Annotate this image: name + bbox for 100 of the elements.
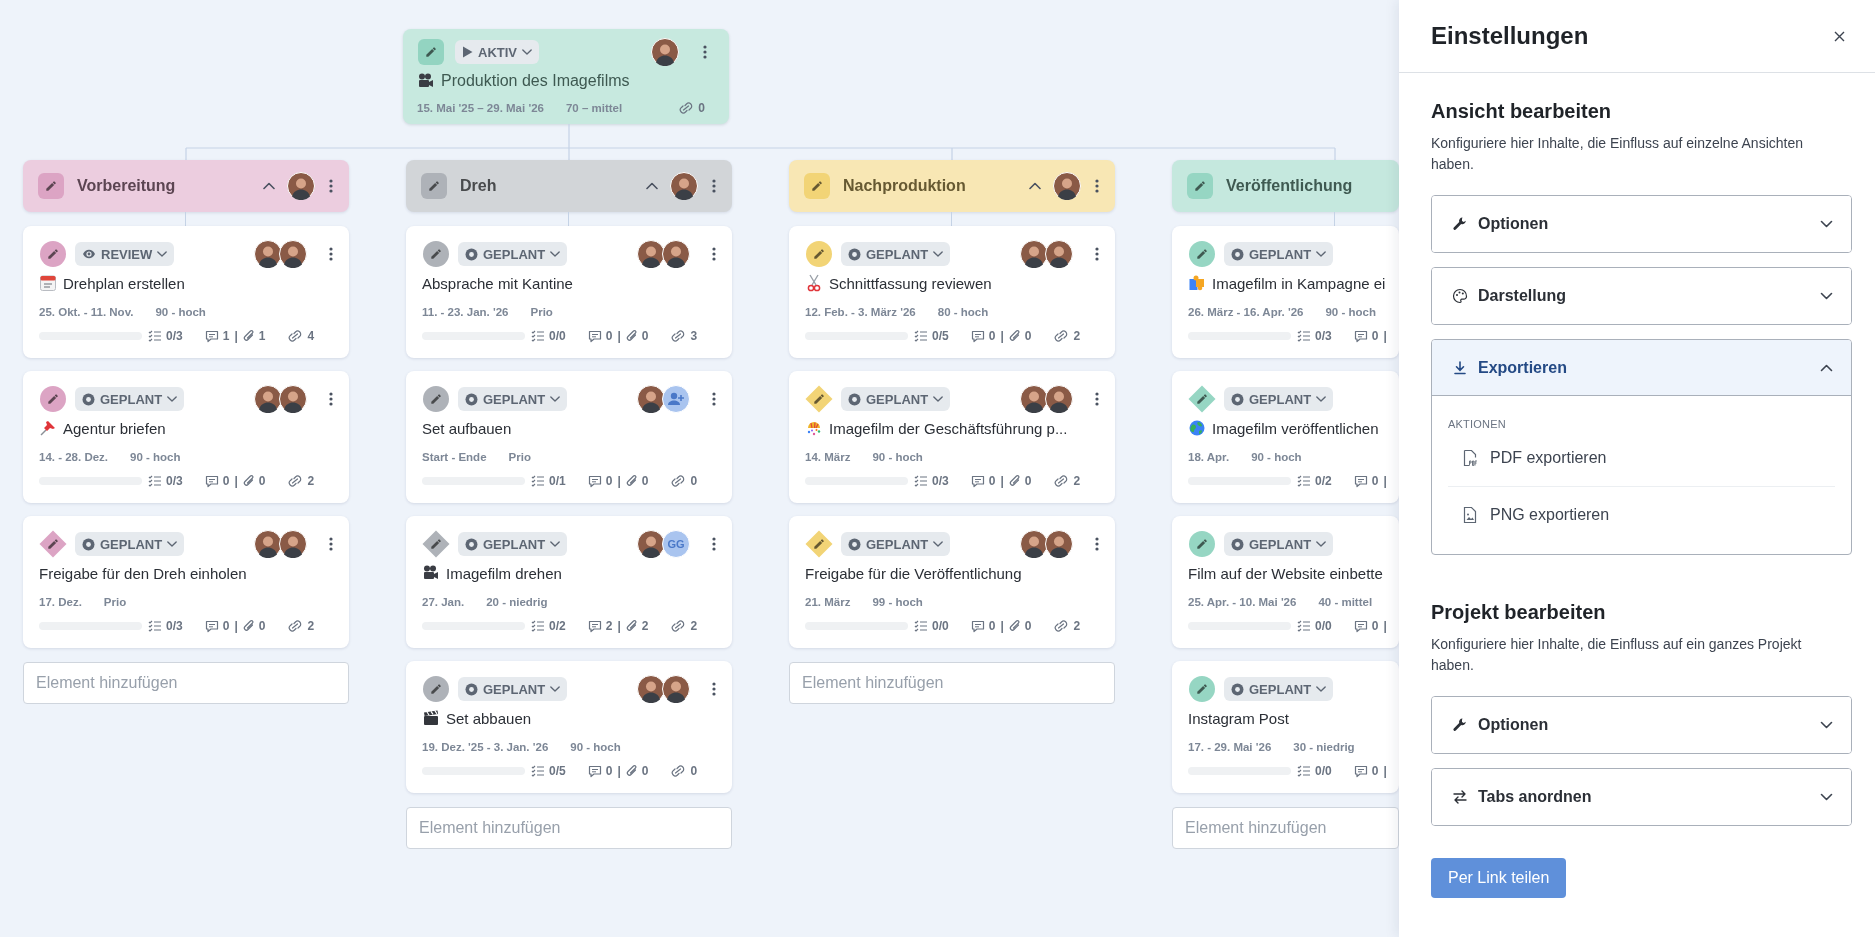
comment-count: 2 — [605, 619, 613, 633]
more-icon[interactable] — [1095, 392, 1099, 406]
paperclip-icon — [1008, 474, 1021, 488]
status-dropdown[interactable]: GEPLANT — [75, 532, 185, 556]
paperclip-icon — [625, 764, 638, 778]
film-camera-icon — [422, 564, 440, 582]
checklist-count: 0/5 — [549, 764, 566, 778]
date-range: Start - Ende — [422, 451, 487, 463]
share-button[interactable]: Per Link teilen — [1431, 858, 1567, 898]
link-count: 2 — [307, 474, 315, 488]
more-icon[interactable] — [703, 45, 707, 59]
status-dropdown[interactable]: REVIEW — [75, 242, 175, 266]
accordion-header[interactable]: Darstellung — [1432, 268, 1851, 324]
more-icon[interactable] — [712, 537, 716, 551]
paperclip-icon — [242, 619, 255, 633]
more-icon[interactable] — [1095, 247, 1099, 261]
circle-icon — [82, 537, 95, 551]
separator: | — [617, 619, 621, 633]
priority: 30 - niedrig — [1293, 741, 1355, 753]
more-icon[interactable] — [1095, 537, 1099, 551]
link-icon — [1053, 330, 1070, 342]
status-dropdown[interactable]: AKTIV — [455, 40, 539, 64]
card-title: Set abbauen — [446, 709, 532, 727]
separator: | — [1383, 474, 1387, 488]
accordion-header[interactable]: Exportieren — [1432, 340, 1851, 396]
circle-icon — [465, 537, 478, 551]
checklist-count: 0/2 — [1315, 474, 1332, 488]
status-dropdown[interactable]: GEPLANT — [1224, 532, 1334, 556]
status-dropdown[interactable]: GEPLANT — [841, 387, 951, 411]
comment-count: 0 — [1371, 474, 1379, 488]
column-title: Nachproduktion — [843, 177, 966, 195]
user-avatar — [637, 240, 665, 268]
add-item-field[interactable]: Element hinzufügen — [406, 807, 732, 849]
more-icon[interactable] — [712, 682, 716, 696]
chevron-down-icon — [522, 48, 532, 56]
checklist-count: 0/0 — [549, 329, 566, 343]
more-icon[interactable] — [712, 179, 716, 193]
add-item-field[interactable]: Element hinzufügen — [23, 662, 349, 704]
link-icon — [1053, 475, 1070, 487]
accordion-header[interactable]: Optionen — [1432, 697, 1851, 753]
chevron-up-icon[interactable] — [263, 182, 275, 190]
status-dropdown[interactable]: GEPLANT — [458, 387, 568, 411]
status-dropdown[interactable]: GEPLANT — [1224, 677, 1334, 701]
pencil-icon — [805, 385, 833, 413]
close-icon[interactable] — [1834, 30, 1845, 42]
status-dropdown[interactable]: GEPLANT — [458, 677, 568, 701]
panel-title: Einstellungen — [1431, 22, 1589, 50]
chevron-down-icon — [167, 395, 178, 403]
separator: | — [1383, 764, 1387, 778]
status-dropdown[interactable]: GEPLANT — [841, 532, 951, 556]
card-title: Film auf der Website einbette — [1188, 564, 1383, 582]
attachment-count: 0 — [1024, 329, 1032, 343]
status-dropdown[interactable]: GEPLANT — [841, 242, 951, 266]
paperclip-icon — [242, 474, 255, 488]
status-dropdown[interactable]: GEPLANT — [75, 387, 185, 411]
date-range: 26. März - 16. Apr. '26 — [1188, 306, 1304, 318]
user-avatar — [670, 172, 698, 200]
add-item-field[interactable]: Element hinzufügen — [789, 662, 1115, 704]
more-icon[interactable] — [712, 247, 716, 261]
circle-icon — [848, 247, 861, 261]
accordion-header[interactable]: Optionen — [1432, 196, 1851, 252]
comment-icon — [204, 619, 219, 633]
download-icon — [1452, 359, 1468, 376]
checklist-icon — [531, 765, 545, 777]
column-title: Dreh — [460, 177, 497, 195]
add-user-icon[interactable] — [662, 385, 690, 413]
chevron-down-icon — [167, 540, 178, 548]
more-icon[interactable] — [329, 537, 333, 551]
comment-count: 0 — [605, 474, 613, 488]
user-avatar — [1020, 385, 1048, 413]
comment-count: 0 — [222, 474, 230, 488]
date-range: 17. - 29. Mai '26 — [1188, 741, 1272, 753]
separator: | — [1000, 474, 1004, 488]
chevron-up-icon[interactable] — [1029, 182, 1041, 190]
status-dropdown[interactable]: GEPLANT — [458, 532, 568, 556]
chevron-up-icon[interactable] — [646, 182, 658, 190]
link-icon — [287, 620, 304, 632]
comment-count: 0 — [605, 764, 613, 778]
more-icon[interactable] — [1095, 179, 1099, 193]
pushpin-icon — [39, 419, 57, 437]
more-icon[interactable] — [712, 392, 716, 406]
pencil-icon — [1188, 240, 1216, 268]
status-dropdown[interactable]: GEPLANT — [458, 242, 568, 266]
paperclip-icon — [625, 619, 638, 633]
checklist-icon — [1297, 475, 1311, 487]
checklist-icon — [148, 620, 162, 632]
card-title: Imagefilm in Kampagne ei — [1212, 274, 1386, 292]
chevron-down-icon — [1820, 721, 1833, 729]
separator: | — [234, 474, 238, 488]
more-icon[interactable] — [329, 179, 333, 193]
column-title: Vorbereitung — [77, 177, 176, 195]
status-dropdown[interactable]: GEPLANT — [1224, 387, 1334, 411]
accordion-header[interactable]: Tabs anordnen — [1432, 769, 1851, 825]
chevron-down-icon — [1316, 250, 1327, 258]
add-item-field[interactable]: Element hinzufügen — [1172, 807, 1399, 849]
more-icon[interactable] — [329, 247, 333, 261]
more-icon[interactable] — [329, 392, 333, 406]
comment-icon — [1353, 329, 1368, 343]
status-dropdown[interactable]: GEPLANT — [1224, 242, 1334, 266]
pencil-icon — [422, 675, 450, 703]
